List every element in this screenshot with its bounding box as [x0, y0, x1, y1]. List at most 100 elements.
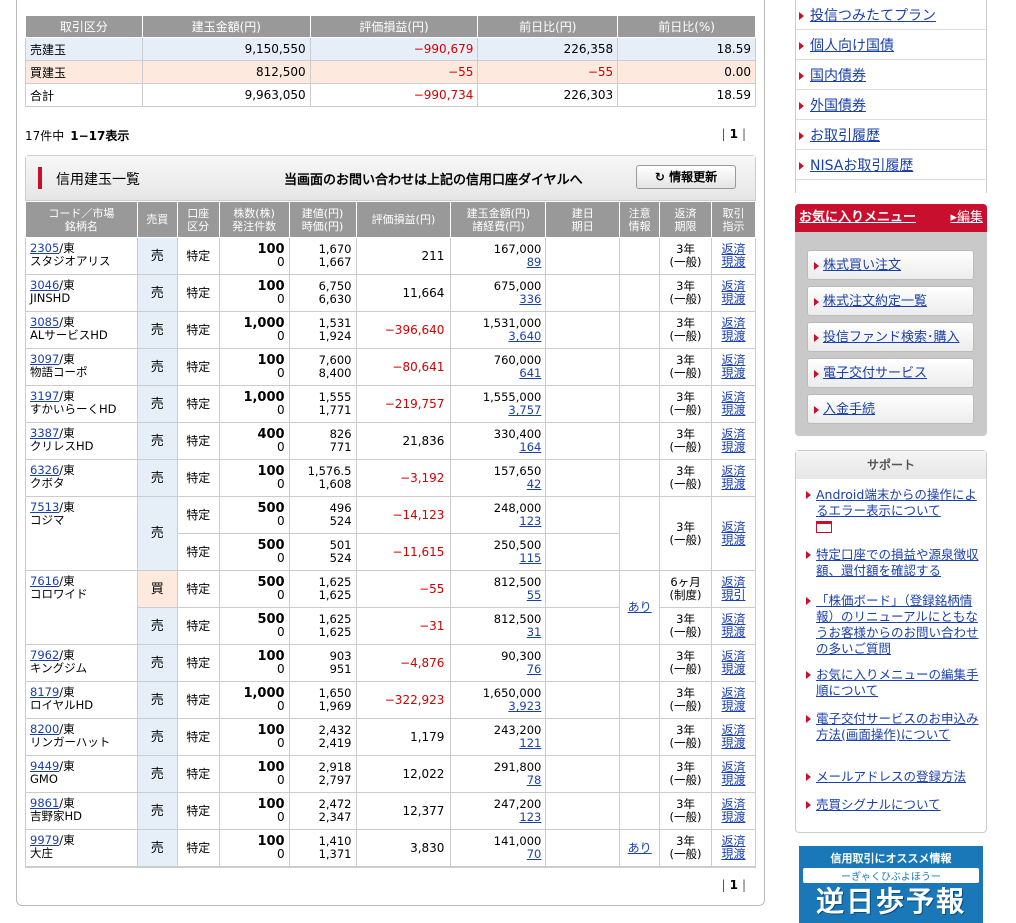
sidebar-nav-link[interactable]: 国内債券: [802, 68, 866, 84]
stock-code-link[interactable]: 9979: [30, 833, 59, 847]
repay-link[interactable]: 返済 現渡: [721, 464, 745, 491]
favorite-link[interactable]: 入金手続: [823, 402, 875, 417]
repay-link[interactable]: 返済 現渡: [721, 723, 745, 750]
pager-top[interactable]: |1|: [722, 127, 750, 141]
stock-code-link[interactable]: 8179: [30, 685, 59, 699]
cost-link[interactable]: 123: [519, 810, 541, 824]
stock-name: スタジオアリス: [30, 254, 111, 268]
cost-link[interactable]: 336: [519, 292, 541, 306]
stock-code-link[interactable]: 2305: [30, 241, 59, 255]
cost-link[interactable]: 3,923: [508, 699, 541, 713]
stock-code-link[interactable]: 9449: [30, 759, 59, 773]
support-link[interactable]: Android端末からの操作によるエラー表示について: [816, 487, 977, 518]
repay-link[interactable]: 返済 現渡: [721, 834, 745, 861]
repay-link[interactable]: 返済 現渡: [721, 316, 745, 343]
support-link[interactable]: メールアドレスの登録方法: [816, 769, 966, 784]
cost-link[interactable]: 31: [527, 625, 542, 639]
support-link[interactable]: 売買シグナルについて: [816, 797, 941, 812]
cost-link[interactable]: 121: [519, 736, 541, 750]
repay-link[interactable]: 返済 現渡: [721, 760, 745, 787]
support-link[interactable]: お気に入りメニューの編集手順について: [816, 667, 979, 698]
favorites-menu: お気に入りメニュー ▸編集 株式買い注文株式注文約定一覧投信ファンド検索･購入電…: [795, 204, 987, 436]
positions-table: コード／市場 銘柄名 売買 口座 区分 株数(株) 発注件数 建値(円) 時価(円) 評価損益(円…: [25, 201, 756, 867]
pager-current[interactable]: 1: [730, 127, 742, 141]
support-item[interactable]: 電子交付サービスのお申込み方法(画面操作)について: [804, 711, 979, 743]
sidebar-nav-link[interactable]: 個人向け国債: [802, 38, 894, 54]
support-link[interactable]: 特定口座での損益や源泉徴収額、還付額を確認する: [816, 547, 979, 578]
pager-current-bottom[interactable]: 1: [730, 878, 742, 892]
favorites-edit-link[interactable]: ▸編集: [950, 204, 983, 232]
sidebar-nav-item[interactable]: 個人向け国債: [796, 30, 986, 60]
support-item[interactable]: お気に入りメニューの編集手順について: [804, 667, 979, 699]
stock-code-link[interactable]: 3387: [30, 426, 59, 440]
repay-link[interactable]: 返済 現渡: [721, 390, 745, 417]
repay-link[interactable]: 返済 現渡: [721, 612, 745, 639]
repay-link[interactable]: 返済 現渡: [721, 797, 745, 824]
pager-bottom[interactable]: |1|: [722, 878, 750, 892]
favorite-item[interactable]: 株式買い注文: [807, 250, 974, 280]
repay-link[interactable]: 返済 現引: [721, 575, 745, 602]
repay-link[interactable]: 返済 現渡: [721, 649, 745, 676]
cost-link[interactable]: 3,757: [508, 403, 541, 417]
stock-code-link[interactable]: 7616: [30, 574, 59, 588]
repay-link[interactable]: 返済 現渡: [721, 353, 745, 380]
summary-cell: 812,500: [141, 60, 311, 84]
cost-link[interactable]: 115: [519, 551, 541, 565]
support-item[interactable]: Android端末からの操作によるエラー表示について: [804, 487, 979, 537]
refresh-button[interactable]: ↻ 情報更新: [636, 165, 736, 189]
gyakuhibu-banner[interactable]: 信用取引にオススメ情報 ーぎゃくひぶよほうー 逆日歩予報: [799, 846, 983, 923]
sidebar-nav-item[interactable]: お取引履歴: [796, 120, 986, 150]
favorite-link[interactable]: 株式注文約定一覧: [823, 294, 927, 309]
repay-link[interactable]: 返済 現渡: [721, 686, 745, 713]
support-link[interactable]: 電子交付サービスのお申込み方法(画面操作)について: [816, 711, 979, 742]
support-item[interactable]: 売買シグナルについて: [804, 797, 979, 813]
favorite-item[interactable]: 株式注文約定一覧: [807, 286, 974, 316]
stock-code-link[interactable]: 6326: [30, 463, 59, 477]
favorite-item[interactable]: 投信ファンド検索･購入: [807, 322, 974, 352]
stock-code-link[interactable]: 3197: [30, 389, 59, 403]
support-link[interactable]: 「株価ボード」（登録銘柄情報）のリニューアルにともなうお客様からのお問い合わせの…: [816, 593, 979, 656]
repay-link[interactable]: 返済 現渡: [721, 242, 745, 269]
repay-link[interactable]: 返済 現渡: [721, 520, 745, 547]
support-item[interactable]: メールアドレスの登録方法: [804, 769, 979, 785]
note-link[interactable]: あり: [628, 600, 652, 614]
stock-code-link[interactable]: 7962: [30, 648, 59, 662]
sidebar-nav-item[interactable]: 外国債券: [796, 90, 986, 120]
cost-link[interactable]: 76: [527, 662, 542, 676]
cost-link[interactable]: 89: [527, 255, 542, 269]
sidebar-nav-link[interactable]: お取引履歴: [802, 128, 880, 144]
favorites-title[interactable]: お気に入りメニュー: [799, 210, 916, 225]
cost-link[interactable]: 70: [527, 847, 542, 861]
stock-code-link[interactable]: 3097: [30, 352, 59, 366]
stock-code-link[interactable]: 8200: [30, 722, 59, 736]
favorite-item[interactable]: 入金手続: [807, 394, 974, 424]
cost-link[interactable]: 164: [519, 440, 541, 454]
favorite-item[interactable]: 電子交付サービス: [807, 358, 974, 388]
repay-link[interactable]: 返済 現渡: [721, 279, 745, 306]
note-link[interactable]: あり: [628, 841, 652, 855]
favorite-link[interactable]: 電子交付サービス: [823, 366, 927, 381]
cost-link[interactable]: 55: [527, 588, 542, 602]
repay-link[interactable]: 返済 現渡: [721, 427, 745, 454]
sidebar-nav-item[interactable]: 国内債券: [796, 60, 986, 90]
sidebar-nav-link[interactable]: 外国債券: [802, 98, 866, 114]
price-cell: 1,650 1,969: [288, 681, 357, 719]
support-item[interactable]: 特定口座での損益や源泉徴収額、還付額を確認する: [804, 547, 979, 579]
cost-link[interactable]: 78: [527, 773, 542, 787]
support-item[interactable]: 「株価ボード」（登録銘柄情報）のリニューアルにともなうお客様からのお問い合わせの…: [804, 593, 979, 657]
sidebar-nav-item[interactable]: NISAお取引履歴: [796, 150, 986, 180]
sidebar-nav-item[interactable]: 投信つみたてプラン: [796, 0, 986, 30]
favorite-link[interactable]: 投信ファンド検索･購入: [823, 330, 960, 345]
favorite-link[interactable]: 株式買い注文: [823, 258, 901, 273]
cost-link[interactable]: 123: [519, 514, 541, 528]
stock-code-link[interactable]: 7513: [30, 500, 59, 514]
stock-code-link[interactable]: 3085: [30, 315, 59, 329]
stock-code-link[interactable]: 3046: [30, 278, 59, 292]
stock-code-link[interactable]: 9861: [30, 796, 59, 810]
table-row: 3097/東 物語コーポ売特定 100 0 7,600 8,400 −80,641 760,0…: [25, 348, 756, 386]
cost-link[interactable]: 42: [527, 477, 542, 491]
cost-link[interactable]: 3,640: [508, 329, 541, 343]
cost-link[interactable]: 641: [519, 366, 541, 380]
sidebar-nav-link[interactable]: NISAお取引履歴: [802, 158, 913, 174]
sidebar-nav-link[interactable]: 投信つみたてプラン: [802, 8, 936, 24]
